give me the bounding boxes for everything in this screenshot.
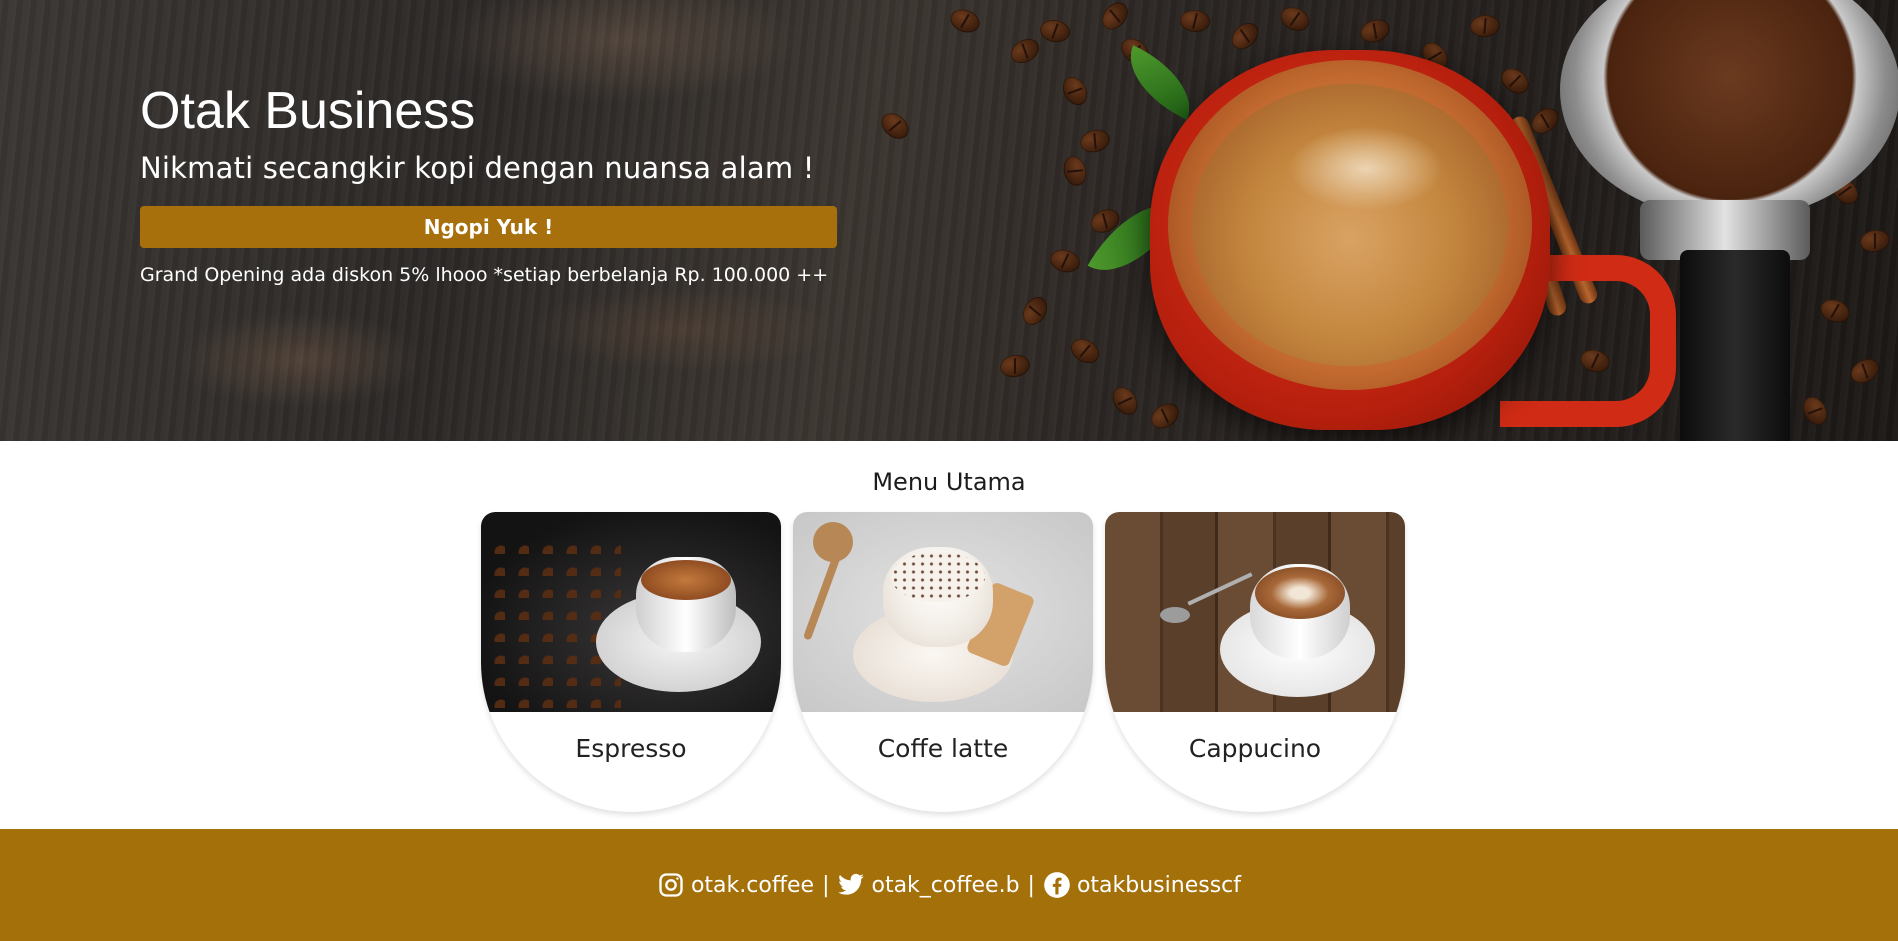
separator: |: [1027, 872, 1035, 898]
separator: |: [822, 872, 830, 898]
twitter-link[interactable]: otak_coffee.b: [837, 871, 1020, 899]
menu-card-cappucino[interactable]: Cappucino: [1105, 512, 1405, 812]
menu-card-coffe-latte[interactable]: Coffe latte: [793, 512, 1093, 812]
menu-item-name: Cappucino: [1188, 734, 1322, 763]
ngopi-yuk-button[interactable]: Ngopi Yuk !: [140, 206, 837, 248]
facebook-handle: otakbusinesscf: [1076, 872, 1242, 898]
hero-banner: Otak Business Nikmati secangkir kopi den…: [0, 0, 1898, 441]
cappucino-image: [1105, 512, 1405, 712]
menu-card-espresso[interactable]: Espresso: [481, 512, 781, 812]
twitter-handle: otak_coffee.b: [871, 872, 1020, 898]
instagram-link[interactable]: otak.coffee: [657, 871, 814, 899]
hero-content: Otak Business Nikmati secangkir kopi den…: [140, 78, 840, 286]
instagram-handle: otak.coffee: [690, 872, 815, 898]
portafilter-handle: [1680, 250, 1790, 441]
facebook-icon: [1044, 872, 1070, 898]
menu-item-name: Coffe latte: [877, 734, 1009, 763]
facebook-link[interactable]: otakbusinesscf: [1043, 871, 1241, 899]
coffe-latte-image: [793, 512, 1093, 712]
footer: otak.coffee | otak_coffee.b | otakbusine…: [0, 829, 1898, 941]
cup-coffee: [1192, 84, 1508, 366]
promo-text: Grand Opening ada diskon 5% lhooo *setia…: [140, 264, 829, 286]
menu-item-name: Espresso: [575, 734, 687, 763]
brand-title: Otak Business: [140, 82, 476, 140]
instagram-icon: [659, 873, 683, 897]
hero-subtitle: Nikmati secangkir kopi dengan nuansa ala…: [140, 151, 815, 185]
menu-title: Menu Utama: [872, 468, 1026, 496]
twitter-icon: [838, 873, 865, 895]
espresso-image: [481, 512, 781, 712]
menu-section: Menu Utama Espresso Coffe latte Cappucin…: [0, 441, 1898, 829]
menu-cards: Espresso Coffe latte Cappucino: [481, 512, 1405, 812]
